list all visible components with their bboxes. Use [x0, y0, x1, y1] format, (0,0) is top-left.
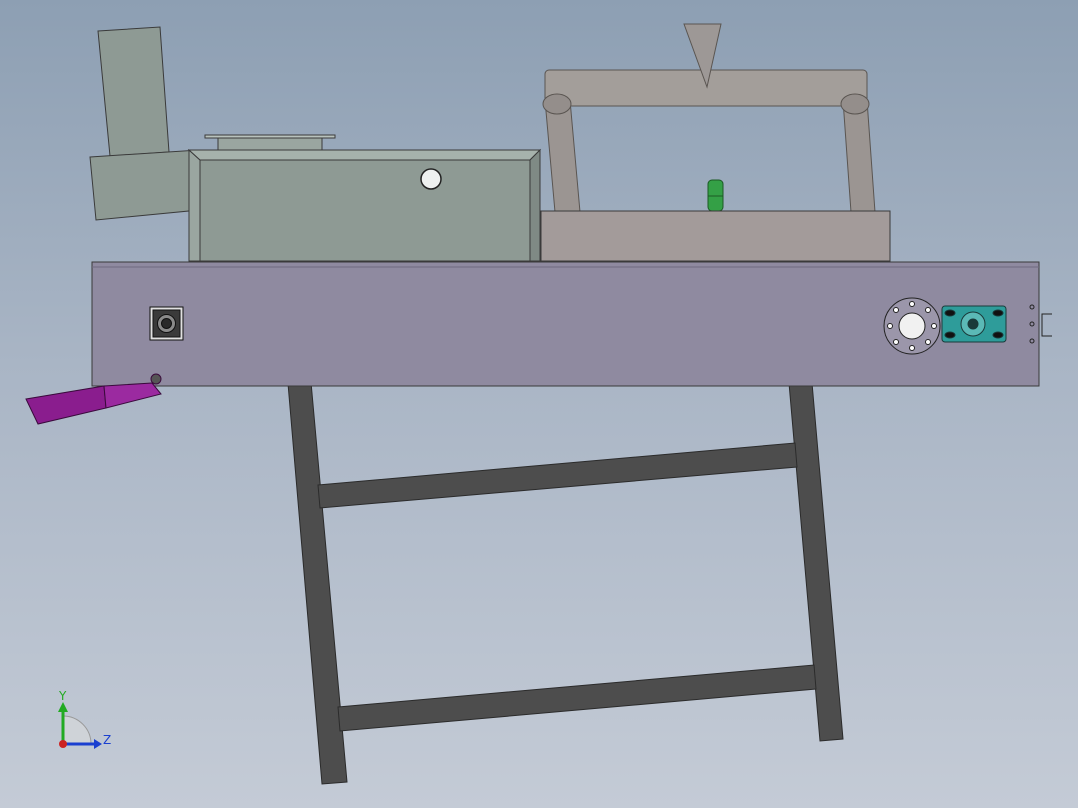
stand-lower-crossbar — [337, 664, 817, 732]
hopper-side-panel — [188, 148, 201, 262]
hopper-lid-rim — [204, 134, 336, 139]
inspection-hole — [420, 168, 442, 190]
y-axis-label: Y — [58, 689, 67, 703]
z-axis-arrow — [94, 739, 102, 749]
triad-origin — [59, 740, 67, 748]
axis-triad: Y Z — [58, 689, 111, 749]
green-pin[interactable] — [707, 179, 724, 212]
cad-model-scene[interactable]: Y Z — [0, 0, 1078, 808]
frame-right-post — [842, 99, 876, 213]
stand-left-leg — [285, 359, 348, 785]
flange[interactable] — [883, 297, 941, 355]
hopper-box-top-bevel — [187, 149, 542, 161]
y-axis-arrow — [58, 702, 68, 712]
hopper-spout — [89, 149, 200, 221]
left-connector[interactable] — [149, 306, 184, 341]
z-axis-label: Z — [103, 733, 111, 747]
vertical-cylinder — [97, 26, 170, 157]
hopper-lid — [217, 137, 323, 151]
frame-right-joint — [840, 93, 870, 115]
frame-left-post — [544, 99, 581, 213]
frame-left-joint — [542, 93, 572, 115]
cad-viewport[interactable]: Y Z — [0, 0, 1078, 808]
hopper-assembly[interactable] — [89, 26, 542, 262]
support-stand[interactable] — [284, 348, 844, 785]
hopper-box — [199, 149, 541, 262]
right-top-plate[interactable] — [540, 210, 891, 262]
motor-mount[interactable] — [941, 305, 1007, 343]
hopper-box-right-bevel — [529, 148, 541, 262]
stand-upper-crossbar — [317, 442, 798, 509]
